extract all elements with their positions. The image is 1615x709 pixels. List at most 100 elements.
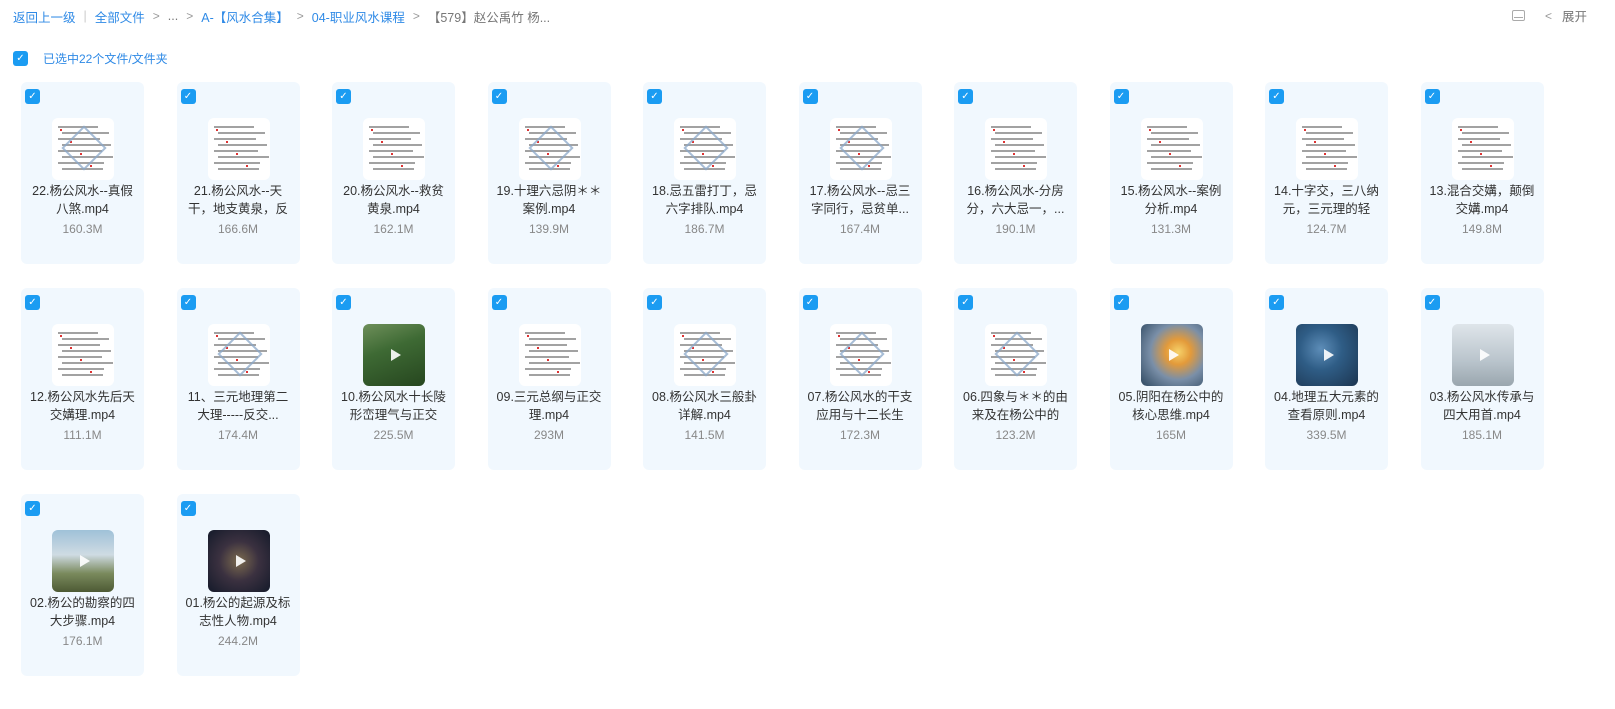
select-all-checkbox[interactable]: ✓ (13, 51, 28, 66)
video-thumbnail[interactable] (1451, 118, 1514, 180)
layout-icon[interactable] (1511, 10, 1525, 21)
video-thumbnail[interactable] (52, 324, 114, 386)
back-link[interactable]: 返回上一级 (13, 7, 76, 26)
file-name[interactable]: 03.杨公风水传承与四大用首.mp4 (1429, 389, 1536, 424)
file-checkbox[interactable]: ✓ (491, 295, 507, 310)
file-card[interactable]: ✓ 05.阴阳在杨公中的核心思维.mp4 165M (1109, 288, 1233, 470)
file-checkbox[interactable]: ✓ (180, 89, 196, 104)
file-card[interactable]: ✓ 18.忌五雷打丁，忌六字排队.mp4 186.7M (643, 82, 766, 264)
file-name[interactable]: 11、三元地理第二大理-----反交... (185, 389, 292, 424)
file-card[interactable]: ✓ 03.杨公风水传承与四大用首.mp4 185.1M (1420, 288, 1544, 470)
file-checkbox[interactable]: ✓ (802, 89, 818, 104)
video-thumbnail[interactable] (829, 118, 892, 180)
file-checkbox[interactable]: ✓ (25, 295, 40, 310)
file-checkbox[interactable]: ✓ (1269, 295, 1284, 310)
file-name[interactable]: 10.杨公风水十长陵形峦理气与正交 (340, 389, 447, 424)
file-name[interactable]: 14.十字交，三八纳元，三元理的轻 (1273, 183, 1380, 218)
file-name[interactable]: 06.四象与＊＊的由来及在杨公中的 (962, 389, 1069, 424)
file-card[interactable]: ✓ 06.四象与＊＊的由来及在杨公中的 123.2M (954, 288, 1077, 470)
file-checkbox[interactable]: ✓ (1269, 89, 1284, 104)
file-checkbox[interactable]: ✓ (180, 295, 196, 310)
video-thumbnail[interactable] (985, 324, 1047, 386)
file-checkbox[interactable]: ✓ (1113, 89, 1129, 104)
file-checkbox[interactable]: ✓ (25, 501, 40, 516)
video-thumbnail[interactable] (363, 324, 425, 386)
file-card[interactable]: ✓ 17.杨公风水--忌三字同行，忌贫单... 167.4M (798, 82, 922, 264)
file-checkbox[interactable]: ✓ (958, 295, 973, 310)
file-name[interactable]: 07.杨公风水的干支应用与十二长生 (807, 389, 914, 424)
file-checkbox[interactable]: ✓ (491, 89, 507, 104)
video-thumbnail[interactable] (207, 324, 270, 386)
file-name[interactable]: 21.杨公风水--天干，地支黄泉，反 (185, 183, 292, 218)
file-card[interactable]: ✓ 09.三元总纲与正交理.mp4 293M (487, 288, 611, 470)
file-name[interactable]: 20.杨公风水--救贫黄泉.mp4 (340, 183, 447, 218)
file-checkbox[interactable]: ✓ (647, 295, 662, 310)
file-checkbox[interactable]: ✓ (958, 89, 973, 104)
file-name[interactable]: 08.杨公风水三般卦详解.mp4 (651, 389, 758, 424)
video-thumbnail[interactable] (985, 118, 1047, 180)
video-thumbnail[interactable] (674, 324, 736, 386)
file-name[interactable]: 19.十理六忌阴＊＊案例.mp4 (496, 183, 603, 218)
video-thumbnail[interactable] (1296, 324, 1358, 386)
file-name[interactable]: 15.杨公风水--案例分析.mp4 (1118, 183, 1225, 218)
file-name[interactable]: 09.三元总纲与正交理.mp4 (496, 389, 603, 424)
file-name[interactable]: 05.阴阳在杨公中的核心思维.mp4 (1118, 389, 1225, 424)
file-card[interactable]: ✓ 11、三元地理第二大理-----反交... 174.4M (176, 288, 300, 470)
file-size: 131.3M (1150, 222, 1192, 236)
file-checkbox[interactable]: ✓ (1424, 89, 1440, 104)
video-thumbnail[interactable] (1296, 118, 1358, 180)
video-thumbnail[interactable] (674, 118, 736, 180)
breadcrumb-folder-course[interactable]: 04-职业风水课程 (312, 7, 405, 26)
file-card[interactable]: ✓ 01.杨公的起源及标志性人物.mp4 244.2M (176, 494, 300, 676)
video-thumbnail[interactable] (518, 324, 581, 386)
file-card[interactable]: ✓ 02.杨公的勘察的四大步骤.mp4 176.1M (21, 494, 144, 676)
expand-button[interactable]: 展开 (1562, 6, 1587, 25)
file-name[interactable]: 04.地理五大元素的查看原则.mp4 (1273, 389, 1380, 424)
file-name[interactable]: 13.混合交媾，颠倒交媾.mp4 (1429, 183, 1536, 218)
breadcrumb-folder-fengshui[interactable]: A-【风水合集】 (201, 7, 289, 26)
file-card[interactable]: ✓ 12.杨公风水先后天交媾理.mp4 111.1M (21, 288, 144, 470)
file-checkbox[interactable]: ✓ (336, 295, 351, 310)
breadcrumb-all-files[interactable]: 全部文件 (95, 7, 145, 26)
video-thumbnail[interactable] (207, 118, 270, 180)
chevron-left-icon[interactable]: < (1545, 9, 1552, 23)
file-size: 160.3M (62, 222, 103, 236)
video-thumbnail[interactable] (1140, 118, 1203, 180)
video-thumbnail[interactable] (829, 324, 892, 386)
breadcrumb-ellipsis[interactable]: ... (168, 9, 178, 23)
file-checkbox[interactable]: ✓ (25, 89, 40, 104)
file-checkbox[interactable]: ✓ (647, 89, 662, 104)
file-checkbox[interactable]: ✓ (180, 501, 196, 516)
file-checkbox[interactable]: ✓ (1113, 295, 1129, 310)
file-card[interactable]: ✓ 04.地理五大元素的查看原则.mp4 339.5M (1265, 288, 1388, 470)
file-card[interactable]: ✓ 22.杨公风水--真假八煞.mp4 160.3M (21, 82, 144, 264)
file-size: 123.2M (995, 428, 1036, 442)
video-thumbnail[interactable] (1451, 324, 1514, 386)
file-card[interactable]: ✓ 14.十字交，三八纳元，三元理的轻 124.7M (1265, 82, 1388, 264)
video-thumbnail[interactable] (518, 118, 581, 180)
file-card[interactable]: ✓ 10.杨公风水十长陵形峦理气与正交 225.5M (332, 288, 455, 470)
file-checkbox[interactable]: ✓ (336, 89, 351, 104)
video-thumbnail[interactable] (52, 530, 114, 592)
file-card[interactable]: ✓ 13.混合交媾，颠倒交媾.mp4 149.8M (1420, 82, 1544, 264)
file-card[interactable]: ✓ 08.杨公风水三般卦详解.mp4 141.5M (643, 288, 766, 470)
file-card[interactable]: ✓ 16.杨公风水-分房分，六大忌一，... 190.1M (954, 82, 1077, 264)
file-card[interactable]: ✓ 21.杨公风水--天干，地支黄泉，反 166.6M (176, 82, 300, 264)
file-card[interactable]: ✓ 19.十理六忌阴＊＊案例.mp4 139.9M (487, 82, 611, 264)
file-card[interactable]: ✓ 15.杨公风水--案例分析.mp4 131.3M (1109, 82, 1233, 264)
file-name[interactable]: 02.杨公的勘察的四大步骤.mp4 (29, 595, 136, 630)
file-card[interactable]: ✓ 20.杨公风水--救贫黄泉.mp4 162.1M (332, 82, 455, 264)
file-name[interactable]: 22.杨公风水--真假八煞.mp4 (29, 183, 136, 218)
file-card[interactable]: ✓ 07.杨公风水的干支应用与十二长生 172.3M (798, 288, 922, 470)
file-name[interactable]: 16.杨公风水-分房分，六大忌一，... (962, 183, 1069, 218)
video-thumbnail[interactable] (1140, 324, 1203, 386)
video-thumbnail[interactable] (207, 530, 270, 592)
file-checkbox[interactable]: ✓ (802, 295, 818, 310)
file-name[interactable]: 12.杨公风水先后天交媾理.mp4 (29, 389, 136, 424)
file-name[interactable]: 18.忌五雷打丁，忌六字排队.mp4 (651, 183, 758, 218)
video-thumbnail[interactable] (363, 118, 425, 180)
video-thumbnail[interactable] (52, 118, 114, 180)
file-checkbox[interactable]: ✓ (1424, 295, 1440, 310)
file-name[interactable]: 17.杨公风水--忌三字同行，忌贫单... (807, 183, 914, 218)
file-name[interactable]: 01.杨公的起源及标志性人物.mp4 (185, 595, 292, 630)
